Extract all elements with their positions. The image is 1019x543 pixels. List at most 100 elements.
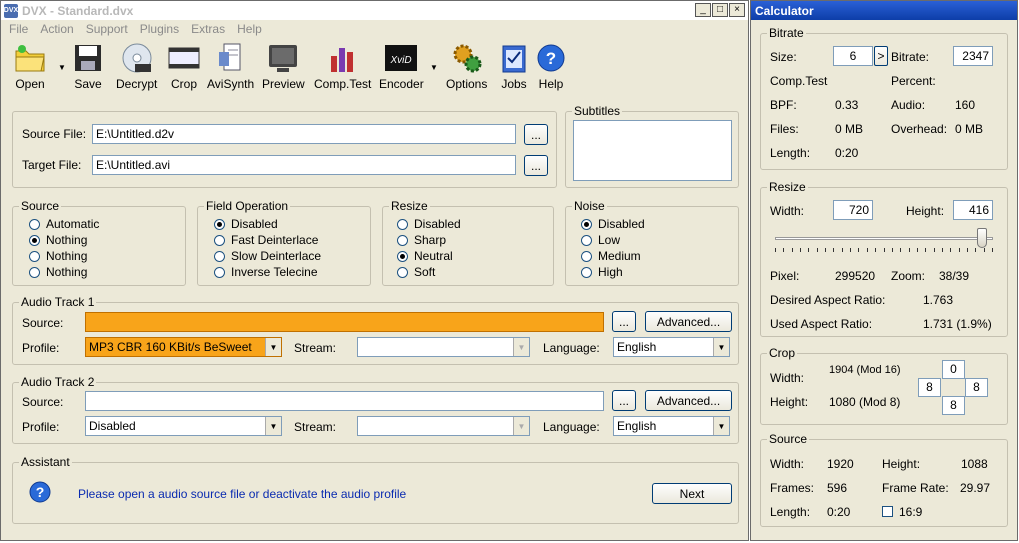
audio2-language-select[interactable]: English ▼ bbox=[613, 416, 730, 436]
field-option-fast-deinterlace[interactable]: Fast Deinterlace bbox=[214, 233, 318, 247]
jobs-button[interactable]: Jobs bbox=[497, 41, 531, 91]
slider-tick bbox=[942, 248, 943, 252]
crop-button[interactable]: Crop bbox=[167, 41, 201, 91]
audio2-language-value: English bbox=[617, 419, 657, 433]
crop-top-input[interactable]: 0 bbox=[942, 360, 965, 379]
slider-tick bbox=[959, 248, 960, 252]
next-button[interactable]: Next bbox=[652, 483, 732, 504]
resize-option-disabled[interactable]: Disabled bbox=[397, 217, 461, 231]
noise-option-high[interactable]: High bbox=[581, 265, 623, 279]
crop-bottom-input[interactable]: 8 bbox=[942, 396, 965, 415]
noise-option-low[interactable]: Low bbox=[581, 233, 620, 247]
radio-label: Low bbox=[598, 233, 621, 247]
preview-button[interactable]: Preview bbox=[262, 41, 305, 91]
audio1-language-select[interactable]: English ▼ bbox=[613, 337, 730, 357]
radio-icon bbox=[397, 266, 408, 278]
resize-slider[interactable] bbox=[775, 228, 993, 256]
radio-label: Nothing bbox=[46, 233, 88, 247]
noise-option-medium[interactable]: Medium bbox=[581, 249, 641, 263]
help-button[interactable]: ? Help bbox=[534, 41, 568, 91]
open-button[interactable]: Open bbox=[13, 41, 47, 91]
ratio-16-9-checkbox[interactable] bbox=[882, 506, 893, 517]
calculator-title: Calculator bbox=[755, 3, 814, 18]
menu-file[interactable]: File bbox=[3, 22, 34, 36]
noise-option-disabled[interactable]: Disabled bbox=[581, 217, 645, 231]
menu-help[interactable]: Help bbox=[231, 22, 268, 36]
minimize-button[interactable]: _ bbox=[695, 3, 711, 17]
checklist-icon bbox=[497, 41, 531, 75]
audio2-source-input[interactable] bbox=[85, 391, 604, 411]
menu-plugins[interactable]: Plugins bbox=[134, 22, 185, 36]
avisynth-label: AviSynth bbox=[207, 77, 255, 91]
radio-label: Disabled bbox=[598, 217, 645, 231]
slider-tick bbox=[892, 248, 893, 252]
assistant-message: Please open a audio source file or deact… bbox=[78, 487, 407, 501]
bitrate-input[interactable]: 2347 bbox=[953, 46, 993, 66]
audio1-language-value: English bbox=[617, 340, 657, 354]
source-option-nothing-2[interactable]: Nothing bbox=[29, 249, 87, 263]
audio2-profile-select[interactable]: Disabled ▼ bbox=[85, 416, 282, 436]
resize-height-input[interactable]: 416 bbox=[953, 200, 993, 220]
source-option-nothing-3[interactable]: Nothing bbox=[29, 265, 87, 279]
source-group-title: Source bbox=[19, 199, 62, 213]
calculator-title-bar[interactable]: Calculator bbox=[751, 1, 1017, 20]
decrypt-button[interactable]: Decrypt bbox=[116, 41, 157, 91]
menu-extras[interactable]: Extras bbox=[185, 22, 231, 36]
source-option-nothing-1[interactable]: Nothing bbox=[29, 233, 87, 247]
help-icon: ? bbox=[534, 41, 568, 75]
size-arrow-button[interactable]: > bbox=[874, 46, 888, 66]
audio-track-1-group: Audio Track 1 Source: ... Advanced... Pr… bbox=[12, 295, 739, 365]
audio1-source-input[interactable] bbox=[85, 312, 604, 332]
resize-option-neutral[interactable]: Neutral bbox=[397, 249, 453, 263]
chevron-down-icon: ▼ bbox=[265, 417, 281, 435]
resize-option-sharp[interactable]: Sharp bbox=[397, 233, 446, 247]
target-file-browse-button[interactable]: ... bbox=[524, 155, 548, 176]
radio-selected-icon bbox=[397, 250, 408, 262]
save-button[interactable]: Save bbox=[71, 41, 105, 91]
radio-icon bbox=[581, 234, 592, 246]
radio-label: Nothing bbox=[46, 249, 88, 263]
audio1-profile-select[interactable]: MP3 CBR 160 KBit/s BeSweet ▼ bbox=[85, 337, 282, 357]
main-title-bar[interactable]: DVX DVX - Standard.dvx bbox=[1, 1, 748, 20]
source-file-browse-button[interactable]: ... bbox=[524, 124, 548, 145]
size-input[interactable]: 6 bbox=[833, 46, 873, 66]
source-file-label: Source File: bbox=[22, 127, 87, 141]
source-width-label: Width: bbox=[770, 457, 805, 471]
audio1-stream-select[interactable]: ▼ bbox=[357, 337, 530, 357]
audio1-browse-button[interactable]: ... bbox=[612, 311, 636, 332]
field-option-disabled[interactable]: Disabled bbox=[214, 217, 278, 231]
folder-icon bbox=[13, 41, 47, 75]
field-option-inverse-telecine[interactable]: Inverse Telecine bbox=[214, 265, 318, 279]
source-option-automatic[interactable]: Automatic bbox=[29, 217, 99, 231]
audio2-browse-button[interactable]: ... bbox=[612, 390, 636, 411]
audio2-stream-select[interactable]: ▼ bbox=[357, 416, 530, 436]
audio2-advanced-button[interactable]: Advanced... bbox=[645, 390, 732, 411]
target-file-input[interactable]: E:\Untitled.avi bbox=[92, 155, 516, 175]
slider-thumb[interactable] bbox=[977, 228, 987, 248]
encoder-button[interactable]: XviD Encoder bbox=[379, 41, 424, 91]
crop-left-input[interactable]: 8 bbox=[918, 378, 941, 397]
radio-icon bbox=[214, 234, 225, 246]
close-button[interactable]: × bbox=[729, 3, 745, 17]
calc-source-title: Source bbox=[767, 432, 810, 446]
crop-width-value: 1904 (Mod 16) bbox=[829, 365, 901, 376]
avisynth-button[interactable]: AviSynth bbox=[207, 41, 254, 91]
audio1-advanced-button[interactable]: Advanced... bbox=[645, 311, 732, 332]
encoder-dropdown-icon[interactable]: ▼ bbox=[430, 63, 438, 72]
source-file-input[interactable]: E:\Untitled.d2v bbox=[92, 124, 516, 144]
menu-support[interactable]: Support bbox=[80, 22, 134, 36]
audio2-profile-label: Profile: bbox=[22, 420, 60, 434]
crop-right-input[interactable]: 8 bbox=[965, 378, 988, 397]
options-button[interactable]: Options bbox=[446, 41, 487, 91]
dvd-icon bbox=[120, 41, 154, 75]
menu-action[interactable]: Action bbox=[34, 22, 79, 36]
field-option-slow-deinterlace[interactable]: Slow Deinterlace bbox=[214, 249, 321, 263]
maximize-button[interactable]: □ bbox=[712, 3, 728, 17]
resize-option-soft[interactable]: Soft bbox=[397, 265, 435, 279]
audio1-language-label: Language: bbox=[543, 341, 600, 355]
comptest-button[interactable]: Comp.Test bbox=[314, 41, 371, 91]
crop-label: Crop bbox=[170, 77, 197, 91]
open-dropdown-icon[interactable]: ▼ bbox=[58, 63, 66, 72]
subtitles-list[interactable] bbox=[573, 120, 732, 181]
resize-width-input[interactable]: 720 bbox=[833, 200, 873, 220]
